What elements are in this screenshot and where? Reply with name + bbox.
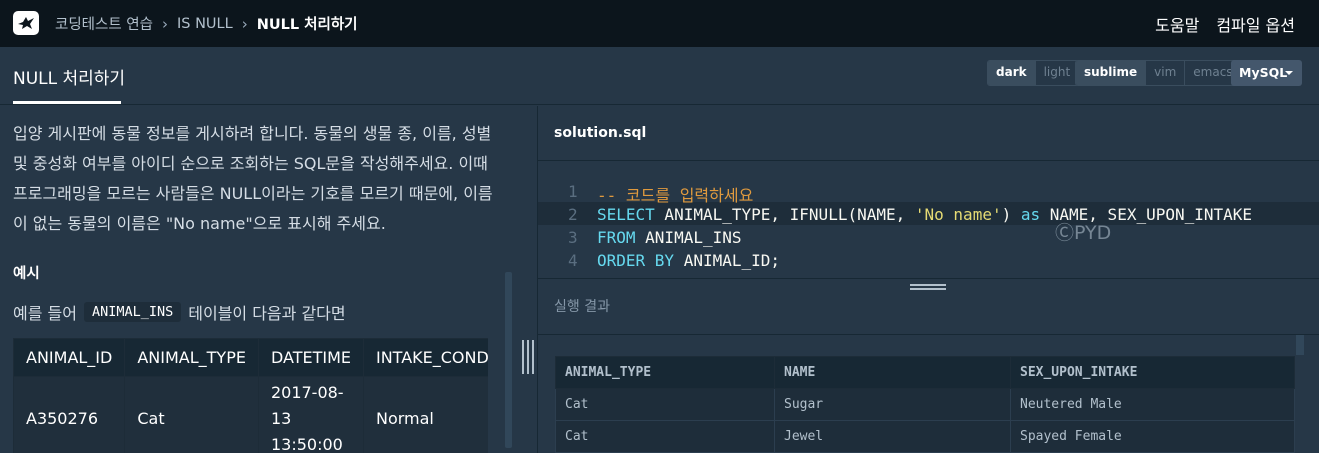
result-scrollbar[interactable]: [1296, 335, 1304, 355]
code-text: ): [1001, 205, 1021, 224]
theme-light-button[interactable]: light: [1034, 61, 1079, 85]
result-table-header: NAME: [774, 356, 1011, 389]
code-text: ANIMAL_INS: [635, 228, 742, 247]
code-text: ANIMAL_TYPE, IFNULL(NAME,: [654, 205, 915, 224]
result-table-header: SEX_UPON_INTAKE: [1010, 356, 1295, 389]
sample-table-header: ANIMAL_ID: [13, 338, 126, 377]
code-line-4: ORDER BY ANIMAL_ID;: [597, 251, 780, 270]
editor-resize-handle[interactable]: [910, 284, 946, 292]
programmers-logo-icon[interactable]: [13, 11, 39, 35]
example-text-after: 테이블이 다음과 같다면: [188, 304, 346, 323]
language-select[interactable]: MySQL: [1231, 60, 1302, 86]
keymap-toggle: sublime vim emacs: [1075, 60, 1242, 86]
help-link[interactable]: 도움말: [1155, 12, 1199, 36]
keymap-vim-button[interactable]: vim: [1145, 61, 1185, 85]
sample-table: ANIMAL_ID ANIMAL_TYPE DATETIME INTAKE_CO…: [13, 338, 488, 453]
keymap-sublime-button[interactable]: sublime: [1076, 61, 1146, 85]
code-keyword: SELECT: [597, 205, 655, 224]
language-select-value: MySQL: [1239, 65, 1288, 80]
result-cell: Sugar: [774, 388, 1011, 421]
example-intro: 예를 들어 ANIMAL_INS 테이블이 다음과 같다면: [13, 300, 346, 324]
code-line-1: -- 코드를 입력하세요: [597, 186, 754, 205]
breadcrumb-item-coding-test[interactable]: 코딩테스트 연습: [55, 13, 153, 34]
theme-dark-button[interactable]: dark: [988, 61, 1035, 85]
result-table: ANIMAL_TYPE NAME SEX_UPON_INTAKE Cat Sug…: [555, 356, 1295, 453]
result-cell: Cat: [555, 388, 775, 421]
line-number: 4: [568, 251, 578, 270]
line-number: 3: [568, 228, 578, 247]
result-area: ANIMAL_TYPE NAME SEX_UPON_INTAKE Cat Sug…: [538, 335, 1319, 453]
sample-table-cell: Normal: [362, 376, 488, 453]
sample-table-cell: 2017-08-13 13:50:00: [257, 376, 364, 453]
theme-toggle: dark light: [987, 60, 1080, 86]
editor-pane: solution.sql 1 2 3 4 -- 코드를 입력하세요 SELECT…: [537, 106, 1319, 453]
result-table-header: ANIMAL_TYPE: [555, 356, 775, 389]
table-row: A350276 Cat 2017-08-13 13:50:00 Normal: [13, 376, 488, 453]
watermark: ⒸPYD: [1055, 222, 1112, 244]
top-navbar: 코딩테스트 연습 › IS NULL › NULL 처리하기 도움말 컴파일 옵…: [0, 0, 1319, 47]
chevron-right-icon: ›: [162, 14, 168, 33]
example-text-before: 예를 들어: [13, 304, 77, 323]
table-row: Cat Sugar Neutered Male: [555, 388, 1295, 421]
line-number: 1: [568, 182, 578, 201]
result-cell: Jewel: [774, 420, 1011, 453]
code-line-2: SELECT ANIMAL_TYPE, IFNULL(NAME, 'No nam…: [597, 205, 1252, 224]
code-line-3: FROM ANIMAL_INS: [597, 228, 742, 247]
problem-description: 입양 게시판에 동물 정보를 게시하려 합니다. 동물의 생물 종, 이름, 성…: [13, 124, 493, 233]
sample-table-header: DATETIME: [257, 338, 364, 377]
sample-table-header: ANIMAL_TYPE: [124, 338, 259, 377]
breadcrumb-item-current: NULL 처리하기: [256, 17, 358, 33]
header-links: 도움말 컴파일 옵션: [1155, 0, 1295, 47]
code-editor[interactable]: 1 2 3 4 -- 코드를 입력하세요 SELECT ANIMAL_TYPE,…: [538, 162, 1319, 278]
pane-splitter-handle[interactable]: [522, 340, 534, 374]
result-cell: Cat: [555, 420, 775, 453]
code-keyword: ORDER BY: [597, 251, 675, 270]
breadcrumb-item-is-null[interactable]: IS NULL: [177, 16, 233, 32]
code-string: 'No name': [914, 205, 1002, 224]
line-number: 2: [568, 205, 578, 224]
file-tab-bar: solution.sql: [538, 106, 1319, 161]
result-label: 실행 결과: [554, 299, 610, 315]
file-name: solution.sql: [554, 125, 647, 141]
breadcrumb: 코딩테스트 연습 › IS NULL › NULL 처리하기: [55, 0, 358, 47]
sample-table-header: INTAKE_CONDITION: [362, 338, 488, 377]
chevron-right-icon: ›: [241, 14, 248, 33]
title-underline: [13, 101, 121, 104]
result-cell: Neutered Male: [1010, 388, 1295, 421]
sample-table-cell: A350276: [13, 376, 126, 453]
problem-pane: 입양 게시판에 동물 정보를 게시하려 합니다. 동물의 생물 종, 이름, 성…: [0, 106, 537, 453]
compile-options-link[interactable]: 컴파일 옵션: [1216, 12, 1295, 36]
page-title: NULL 처리하기: [13, 69, 126, 89]
result-cell: Spayed Female: [1010, 420, 1295, 453]
table-row: Cat Jewel Spayed Female: [555, 420, 1295, 453]
title-bar: NULL 처리하기 dark light sublime vim emacs M…: [0, 47, 1319, 105]
caret-down-icon: [1285, 71, 1293, 75]
sample-table-header-row: ANIMAL_ID ANIMAL_TYPE DATETIME INTAKE_CO…: [13, 338, 488, 377]
code-keyword: as: [1020, 205, 1041, 224]
example-heading: 예시: [13, 266, 40, 282]
example-table-name: ANIMAL_INS: [83, 302, 182, 322]
result-header-row: ANIMAL_TYPE NAME SEX_UPON_INTAKE: [555, 356, 1295, 389]
sample-table-container: ANIMAL_ID ANIMAL_TYPE DATETIME INTAKE_CO…: [13, 338, 488, 453]
sample-table-cell: Cat: [124, 376, 259, 453]
code-text: ANIMAL_ID;: [674, 251, 781, 270]
problem-scrollbar[interactable]: [505, 272, 512, 448]
code-keyword: FROM: [597, 228, 636, 247]
